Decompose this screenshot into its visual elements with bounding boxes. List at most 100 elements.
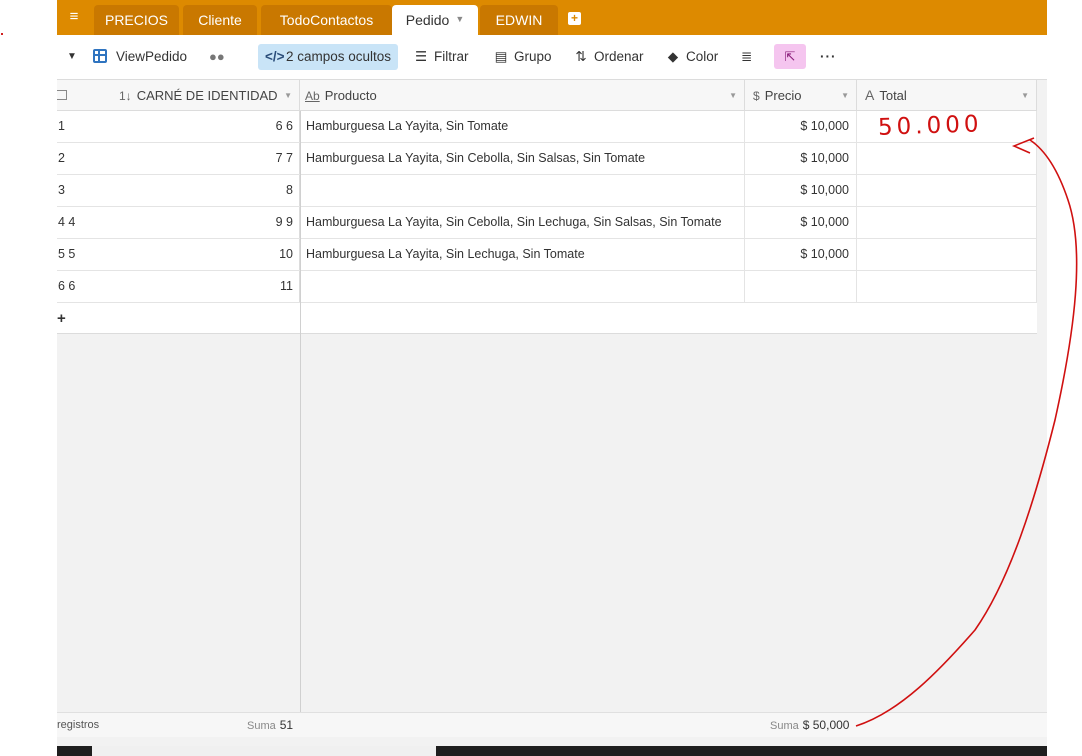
text-field-icon: Ab [305,89,320,103]
table-row[interactable]: 6 6 11 [57,271,1037,303]
group-label: Grupo [514,49,552,64]
cell-total[interactable] [857,239,1037,270]
sort-icon: ⇅ [575,49,587,64]
table-row[interactable]: 2 7 7 Hamburguesa La Yayita, Sin Cebolla… [57,143,1037,175]
table-row[interactable]: 5 5 10 Hamburguesa La Yayita, Sin Lechug… [57,239,1037,271]
row-number: 6 6 [58,279,76,293]
cell-total[interactable] [857,207,1037,238]
column-header-price[interactable]: $ Precio ▼ [745,80,857,111]
cell-product[interactable]: Hamburguesa La Yayita, Sin Lechuga, Sin … [300,239,745,270]
cell-price[interactable]: $ 10,000 [745,143,857,174]
summary-value: $ 50,000 [802,718,850,732]
cell-product[interactable]: Hamburguesa La Yayita, Sin Cebolla, Sin … [300,207,745,238]
cell-id[interactable]: 10 [117,239,300,270]
cell-price[interactable]: $ 10,000 [745,175,857,206]
select-all-checkbox[interactable] [57,80,117,111]
tab-label: EDWIN [495,12,543,28]
color-label: Color [686,49,719,64]
column-header-row: 1↓ CARNÉ DE IDENTIDAD ▼ Ab Producto ▼ $ Preci… [57,80,1037,111]
tab-cliente[interactable]: Cliente [183,5,257,35]
color-button[interactable]: ◆ Color [665,44,718,70]
tab-label: PRECIOS [104,12,168,28]
more-options-icon[interactable]: ··· [820,44,837,70]
cell-total[interactable] [857,271,1037,302]
frozen-column-divider [300,111,301,713]
row-number: 1 [58,119,65,133]
taskbar-search[interactable] [92,746,436,756]
cell-id[interactable]: 11 [117,271,300,302]
table-row[interactable]: 3 8 $ 10,000 [57,175,1037,207]
column-header-total[interactable]: A Total ▼ [857,80,1037,111]
cell-id[interactable]: 9 9 [117,207,300,238]
tab-todocontactos[interactable]: TodoContactos [261,5,392,35]
tab-label: Pedido [405,12,450,28]
cell-total[interactable] [857,175,1037,206]
share-view-icon[interactable]: ⇱ [774,44,806,69]
cell-id[interactable]: 6 6 [117,111,300,142]
cell-price[interactable]: $ 10,000 [745,207,857,238]
number-field-icon: 1↓ [119,89,132,103]
column-header-product[interactable]: Ab Producto ▼ [300,80,745,111]
tab-pedido[interactable]: Pedido ▼ [392,5,478,35]
cell-price[interactable]: $ 10,000 [745,239,857,270]
record-count-label: registros [57,719,100,731]
currency-field-icon: $ [753,89,760,103]
column-label: Producto [324,88,377,103]
column-label: Total [879,88,907,103]
add-table-icon[interactable]: + [568,12,581,25]
tab-precios[interactable]: PRECIOS [94,5,179,35]
add-record-row[interactable]: + [57,303,1037,334]
sort-button[interactable]: ⇅ Ordenar [573,44,644,70]
group-button[interactable]: ▤ Grupo [493,44,552,70]
cell-total[interactable] [857,143,1037,174]
cell-price[interactable] [745,271,857,302]
summary-id[interactable]: Suma 51 [247,713,293,738]
chevron-down-icon[interactable]: ▼ [729,80,737,111]
chevron-down-icon[interactable]: ▼ [284,80,292,111]
cell-id[interactable]: 7 7 [117,143,300,174]
summary-bar: registros Suma 51 Suma $ 50,000 [57,712,1047,737]
tab-edwin[interactable]: EDWIN [480,5,558,35]
row-height-icon[interactable]: ≣ [741,44,752,70]
table-row[interactable]: 4 4 9 9 Hamburguesa La Yayita, Sin Cebol… [57,207,1037,239]
hidden-fields-button[interactable]: </>2 campos ocultos [258,44,399,70]
single-line-text-icon: A [865,87,875,103]
view-name: ViewPedido [116,49,188,64]
summary-value: 51 [279,718,294,732]
chevron-down-icon[interactable]: ▼ [67,51,77,62]
chevron-down-icon[interactable]: ▼ [841,80,849,111]
chevron-down-icon[interactable]: ▼ [455,14,464,24]
row-number: 4 4 [58,215,76,229]
row-number: 3 [58,183,65,197]
code-hide-icon: </> [265,49,285,64]
cell-product[interactable]: Hamburguesa La Yayita, Sin Cebolla, Sin … [300,143,745,174]
summary-label: Suma [247,720,276,732]
cell-price[interactable]: $ 10,000 [745,111,857,142]
column-header-id[interactable]: 1↓ CARNÉ DE IDENTIDAD ▼ [117,80,300,111]
view-switcher[interactable]: ViewPedido [93,44,187,70]
hidden-fields-label: 2 campos ocultos [286,49,392,64]
summary-price[interactable]: Suma $ 50,000 [770,713,849,738]
stray-mark [1,33,3,35]
sort-label: Ordenar [594,49,644,64]
taskbar [57,746,1047,756]
table-row[interactable]: 1 6 6 Hamburguesa La Yayita, Sin Tomate … [57,111,1037,143]
cell-product[interactable] [300,175,745,206]
chevron-down-icon[interactable]: ▼ [1021,80,1029,111]
tab-label: TodoContactos [279,12,374,28]
group-icon: ▤ [494,49,508,64]
paint-bucket-icon: ◆ [667,49,679,64]
cell-total[interactable] [857,111,1037,142]
cell-id[interactable]: 8 [117,175,300,206]
column-label: CARNÉ DE IDENTIDAD [136,88,278,103]
column-label: Precio [764,88,802,103]
menu-icon[interactable]: ≡ [65,8,83,26]
app-window: ≡ PRECIOS Cliente TodoContactos Pedido ▼ … [57,0,1047,756]
cell-product[interactable]: Hamburguesa La Yayita, Sin Tomate [300,111,745,142]
plus-icon[interactable]: + [57,303,66,334]
tab-label: Cliente [198,12,242,28]
filter-button[interactable]: ☰ Filtrar [413,44,469,70]
grid-view-icon [93,49,107,63]
collaborators-icon[interactable]: ●● [209,44,225,70]
cell-product[interactable] [300,271,745,302]
